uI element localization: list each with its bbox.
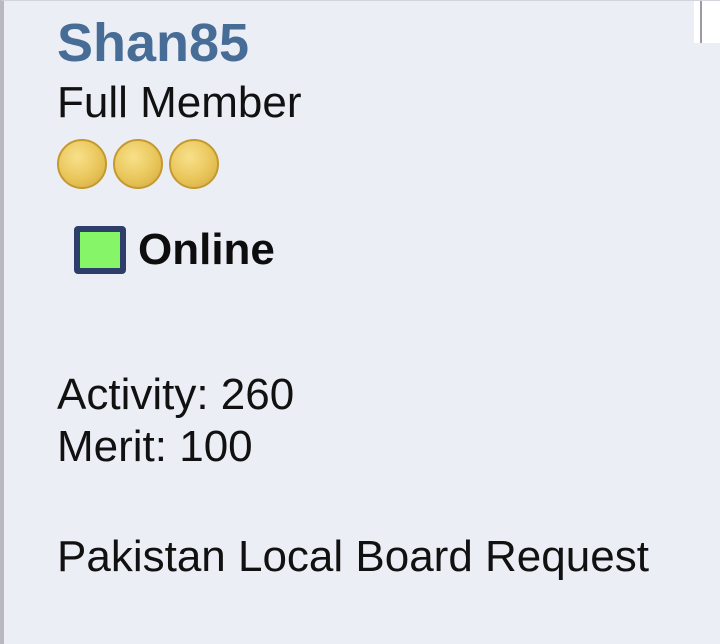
divider-line [700,1,702,43]
merit-stat: Merit: 100 [57,422,253,471]
online-status: Online [74,223,275,277]
member-rank: Full Member [57,78,302,127]
panel-corner [694,1,720,43]
username-link[interactable]: Shan85 [57,13,249,73]
gold-coin-icon [113,139,163,189]
rank-coins [57,139,225,191]
gold-coin-icon [169,139,219,189]
user-info-panel: Shan85 Full Member Online Activity: 260 … [0,0,720,644]
status-label: Online [138,225,275,274]
online-indicator-icon [74,226,126,274]
gold-coin-icon [57,139,107,189]
board-request-text: Pakistan Local Board Request [57,532,649,581]
activity-stat: Activity: 260 [57,370,295,419]
